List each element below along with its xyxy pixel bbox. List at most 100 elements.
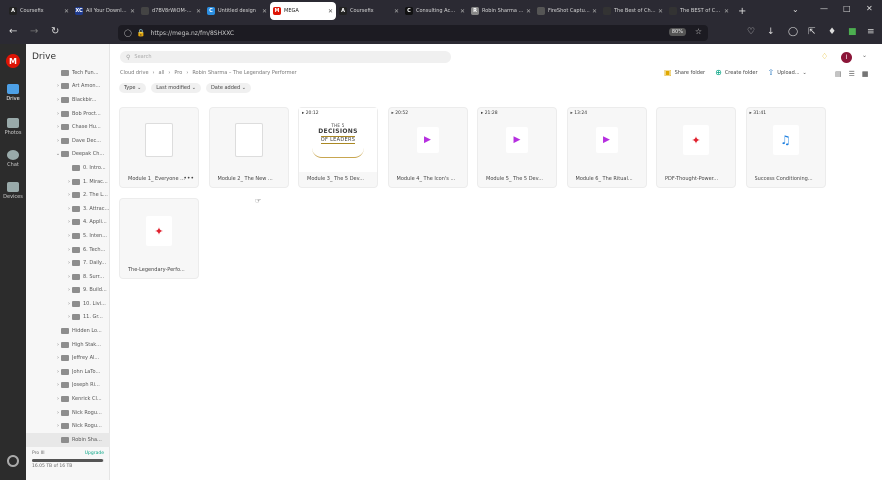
rail-item-chat[interactable]: Chat xyxy=(0,150,26,168)
media-view-icon[interactable]: ▤ xyxy=(835,70,842,78)
file-card[interactable]: ♫ ▸ 31:41 Success Conditioning... xyxy=(745,107,826,188)
filter-chip[interactable]: Last modified ⌄ xyxy=(151,83,201,93)
tab-list-icon[interactable]: ⌄ xyxy=(792,5,799,14)
sidebar-folder[interactable]: ⌄ Deepak Ch... xyxy=(26,148,110,162)
sidebar-folder[interactable]: Hidden Lo... xyxy=(26,324,110,338)
breadcrumb-item[interactable]: Pro xyxy=(174,70,182,76)
shield-icon[interactable]: ◯ xyxy=(124,29,132,37)
file-card[interactable]: ▶ ▸ 21:28 Module 5_ The 5 Dev... xyxy=(477,107,557,188)
file-card[interactable]: THE 5 DECISIONS OF LEADERS ▸ 20:12 Module 3_… xyxy=(298,107,378,188)
create-folder-button[interactable]: ⊕ Create folder xyxy=(715,68,757,77)
avatar[interactable]: I xyxy=(841,52,852,63)
rail-item-devices[interactable]: Devices xyxy=(0,182,26,200)
sidebar-folder[interactable]: › Kenrick Cl... xyxy=(26,392,110,406)
breadcrumb-item[interactable]: Cloud drive xyxy=(120,70,149,76)
rail-item-photos[interactable]: Photos xyxy=(0,118,26,136)
file-card[interactable]: ✦ The-Legendary-Perfo... xyxy=(119,198,199,279)
browser-tab[interactable]: A Coursefix ✕ xyxy=(6,2,72,20)
sidebar-folder[interactable]: Tech Fun... xyxy=(26,66,110,80)
tab-close-icon[interactable]: ✕ xyxy=(460,8,465,15)
close-window-icon[interactable]: ✕ xyxy=(866,4,873,13)
sidebar-folder[interactable]: › Jeffrey Al... xyxy=(26,351,110,365)
tab-close-icon[interactable]: ✕ xyxy=(262,8,267,15)
search-input[interactable]: ⚲ Search xyxy=(120,51,451,63)
browser-tab[interactable]: The BEST of Chan...✕ xyxy=(666,2,732,20)
browser-tab[interactable]: C Untitled design ✕ xyxy=(204,2,270,20)
sidebar-folder[interactable]: › Nick Rogu... xyxy=(26,419,110,433)
sidebar-folder[interactable]: › Chase Hu... xyxy=(26,120,110,134)
tab-close-icon[interactable]: ✕ xyxy=(196,8,201,15)
file-card[interactable]: Module 1_ Everyone ... ••• xyxy=(119,107,199,188)
file-card[interactable]: ▶ ▸ 13:24 Module 6_ The Ritual... xyxy=(566,107,647,188)
browser-tab[interactable]: XCAll Your Downloads...✕ xyxy=(72,2,138,20)
breadcrumb-item[interactable]: Robin Sharma – The Legendary Performer xyxy=(192,70,296,76)
upload-button[interactable]: ⇧ Upload... ⌄ xyxy=(768,68,807,77)
tab-close-icon[interactable]: ✕ xyxy=(130,8,135,15)
browser-tab[interactable]: M MEGA ✕ xyxy=(270,2,336,20)
minimize-icon[interactable]: — xyxy=(820,4,828,13)
extension-icon[interactable]: ■ xyxy=(848,27,857,37)
sidebar-folder[interactable]: 0. Intro... xyxy=(26,161,110,175)
browser-tab[interactable]: The Best of Chan...✕ xyxy=(600,2,666,20)
upgrade-link[interactable]: Upgrade xyxy=(85,451,104,456)
share-folder-button[interactable]: ▣ Share folder xyxy=(664,68,705,77)
tab-close-icon[interactable]: ✕ xyxy=(394,8,399,15)
reload-icon[interactable]: ↻ xyxy=(51,26,59,37)
sidebar-folder[interactable]: › Bob Proct... xyxy=(26,107,110,121)
file-card[interactable]: ▶ ▸ 20:52 Module 4_ The Icon's ... xyxy=(387,107,468,188)
browser-tab[interactable]: A Coursefix ✕ xyxy=(336,2,402,20)
sidebar-folder[interactable]: › Dave Dec... xyxy=(26,134,110,148)
list-view-icon[interactable]: ☰ xyxy=(849,70,855,78)
downloads-icon[interactable]: ↓ xyxy=(767,27,775,37)
breadcrumb-item[interactable]: all xyxy=(159,70,165,76)
sidebar-folder[interactable]: › 8. Surr... xyxy=(26,270,110,284)
tab-close-icon[interactable]: ✕ xyxy=(592,8,597,15)
extensions-icon[interactable]: ♦ xyxy=(828,27,836,37)
back-icon[interactable]: ← xyxy=(9,26,17,37)
tab-close-icon[interactable]: ✕ xyxy=(328,8,333,15)
filter-chip[interactable]: Date added ⌄ xyxy=(205,83,251,93)
browser-tab[interactable]: RRobin Sharma – Th...✕ xyxy=(468,2,534,20)
zoom-badge[interactable]: 80% xyxy=(668,28,686,36)
forward-icon[interactable]: → xyxy=(30,26,38,37)
sidebar-folder[interactable]: › 6. Tech... xyxy=(26,243,110,257)
tab-close-icon[interactable]: ✕ xyxy=(64,8,69,15)
new-tab-icon[interactable]: + xyxy=(738,6,746,17)
sidebar-folder[interactable]: › 5. Inten... xyxy=(26,229,110,243)
sidebar-folder[interactable]: › John LaTo... xyxy=(26,365,110,379)
browser-tab[interactable]: FireShot Capture 021...✕ xyxy=(534,2,600,20)
bookmark-star-icon[interactable]: ☆ xyxy=(695,27,702,36)
sidebar-folder[interactable]: › 3. Attract... xyxy=(26,202,110,216)
address-bar[interactable]: ◯ 🔒 https://mega.nz/fm/8SHXXC 80% ☆ xyxy=(118,25,708,41)
sidebar-folder[interactable]: › 9. Build... xyxy=(26,284,110,298)
filter-chip[interactable]: Type ⌄ xyxy=(119,83,147,93)
notification-bell-icon[interactable]: ♢ xyxy=(821,52,828,61)
sidebar-folder[interactable]: › Art Amon... xyxy=(26,80,110,94)
sidebar-folder[interactable]: › 2. The L... xyxy=(26,188,110,202)
sidebar-folder[interactable]: › 11. Gr... xyxy=(26,311,110,325)
file-card[interactable]: ✦ PDF-Thought-Power... xyxy=(656,107,736,188)
sidebar-folder[interactable]: Robin Sha... xyxy=(26,433,110,447)
browser-tab[interactable]: CConsulting Accele...✕ xyxy=(402,2,468,20)
sidebar-folder[interactable]: › Joseph Ri... xyxy=(26,379,110,393)
sidebar-folder[interactable]: › 4. Appli... xyxy=(26,216,110,230)
maximize-icon[interactable]: □ xyxy=(843,4,851,13)
tab-close-icon[interactable]: ✕ xyxy=(724,8,729,15)
settings-icon[interactable] xyxy=(7,455,19,467)
more-options-icon[interactable]: ••• xyxy=(183,175,194,182)
mega-logo[interactable]: M xyxy=(6,54,20,68)
tab-close-icon[interactable]: ✕ xyxy=(526,8,531,15)
file-card[interactable]: Module 2_ The New ... xyxy=(208,107,289,188)
lock-icon[interactable]: 🔒 xyxy=(137,29,146,37)
account-icon[interactable]: ◯ xyxy=(788,27,798,37)
sidebar-folder[interactable]: › 7. Daily... xyxy=(26,256,110,270)
grid-view-icon[interactable]: ▦ xyxy=(862,70,869,78)
tab-close-icon[interactable]: ✕ xyxy=(658,8,663,15)
chevron-down-icon[interactable]: ⌄ xyxy=(862,52,867,59)
menu-icon[interactable]: ≡ xyxy=(867,27,875,37)
rail-item-drive[interactable]: Drive xyxy=(0,84,26,102)
sidebar-folder[interactable]: › High Stak... xyxy=(26,338,110,352)
browser-tab[interactable]: d7BV8rWiOM-2-0-y-0...✕ xyxy=(138,2,204,20)
pocket-icon[interactable]: ♡ xyxy=(747,27,755,37)
sidebar-folder[interactable]: › 10. Livi... xyxy=(26,297,110,311)
